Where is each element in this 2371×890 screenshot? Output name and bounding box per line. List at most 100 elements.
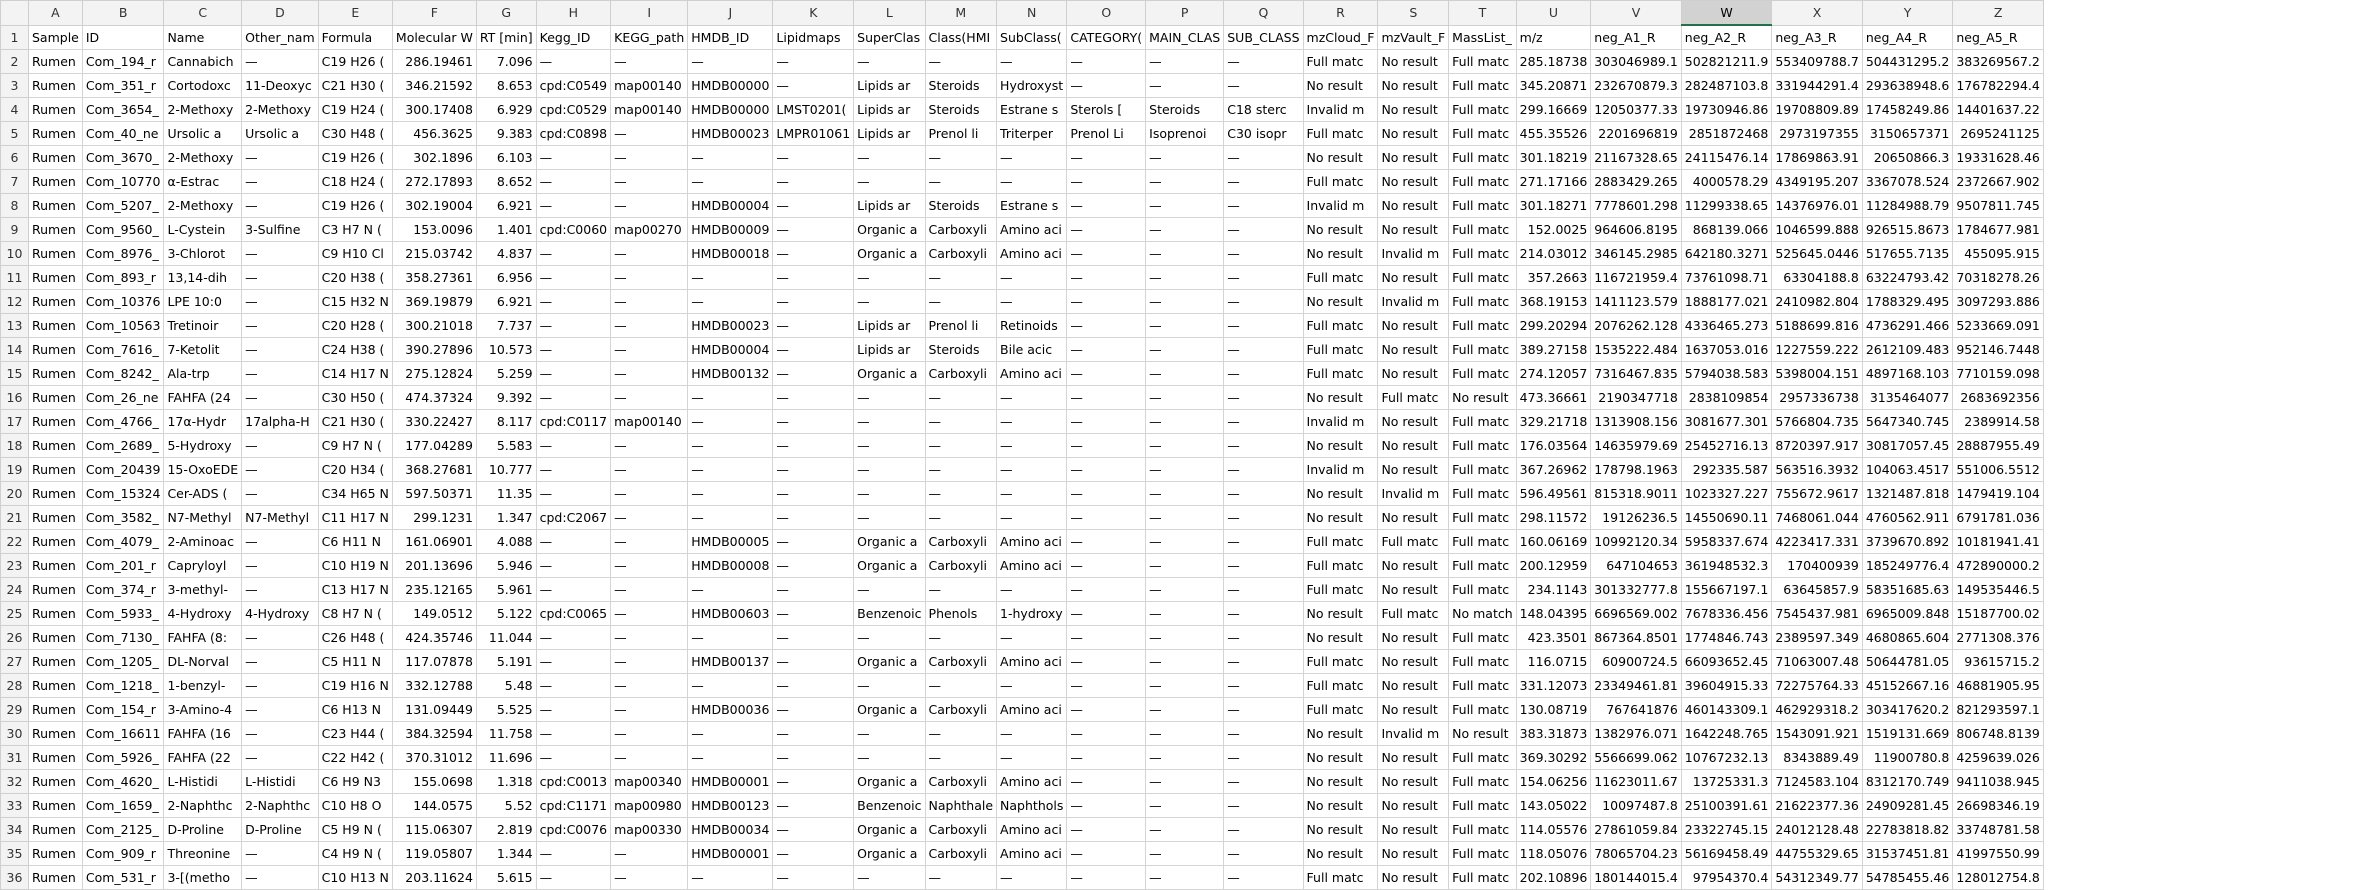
cell[interactable]: — xyxy=(1145,193,1225,218)
cell[interactable]: 2957336738 xyxy=(1771,385,1863,410)
cell[interactable]: — xyxy=(687,265,774,290)
cell[interactable]: 2-Naphthc xyxy=(241,793,319,818)
cell[interactable]: 1-benzyl- xyxy=(163,673,243,698)
cell[interactable]: 9.383 xyxy=(475,121,537,146)
cell[interactable]: — xyxy=(853,577,926,602)
cell[interactable]: C19 H26 ( xyxy=(317,49,393,74)
cell[interactable]: C34 H65 N xyxy=(317,481,393,506)
cell[interactable]: C20 H38 ( xyxy=(317,265,393,290)
cell[interactable]: No result xyxy=(1448,721,1517,746)
cell[interactable]: C19 H24 ( xyxy=(317,97,393,122)
cell[interactable]: — xyxy=(687,673,774,698)
cell[interactable]: — xyxy=(1066,265,1147,290)
cell[interactable]: — xyxy=(853,49,926,74)
cell[interactable]: — xyxy=(1223,289,1304,314)
cell[interactable]: 4349195.207 xyxy=(1771,169,1863,194)
cell[interactable]: — xyxy=(1223,457,1304,482)
cell[interactable]: Full matc xyxy=(1377,601,1450,626)
cell[interactable]: — xyxy=(241,745,319,770)
cell[interactable]: 2190347718 xyxy=(1590,385,1682,410)
cell[interactable]: 455095.915 xyxy=(1952,241,2044,266)
cell[interactable]: 1-hydroxy xyxy=(996,601,1068,626)
cell[interactable]: — xyxy=(772,841,855,866)
cell[interactable]: 9.392 xyxy=(475,385,537,410)
cell[interactable]: Rumen xyxy=(28,313,83,338)
cell[interactable]: — xyxy=(241,145,319,170)
cell[interactable]: 4336465.273 xyxy=(1680,313,1773,338)
row-header-15[interactable]: 15 xyxy=(0,361,29,386)
cell[interactable]: HMDB00018 xyxy=(687,241,774,266)
cell[interactable]: 298.11572 xyxy=(1515,505,1592,530)
cell[interactable]: No result xyxy=(1377,817,1450,842)
column-header-o[interactable]: O xyxy=(1066,0,1147,26)
cell[interactable]: 2.819 xyxy=(475,817,537,842)
cell[interactable]: — xyxy=(1223,337,1304,362)
cell[interactable]: — xyxy=(1145,601,1225,626)
cell[interactable]: No match xyxy=(1448,601,1517,626)
cell[interactable]: 1046599.888 xyxy=(1771,217,1863,242)
cell[interactable]: — xyxy=(1145,745,1225,770)
cell[interactable]: — xyxy=(1223,433,1304,458)
cell[interactable]: Rumen xyxy=(28,73,83,98)
cell[interactable]: Com_1218_ xyxy=(81,673,165,698)
cell[interactable]: — xyxy=(1145,721,1225,746)
cell[interactable]: Com_5207_ xyxy=(81,193,165,218)
cell[interactable]: Com_201_r xyxy=(81,553,165,578)
cell[interactable]: 517655.7135 xyxy=(1861,241,1954,266)
cell[interactable]: — xyxy=(535,481,612,506)
cell[interactable]: 5766804.735 xyxy=(1771,409,1863,434)
cell[interactable]: 54312349.77 xyxy=(1771,865,1863,890)
cell[interactable]: 285.18738 xyxy=(1515,49,1592,74)
cell[interactable]: — xyxy=(241,673,319,698)
cell[interactable]: 234.1143 xyxy=(1515,577,1592,602)
cell[interactable]: — xyxy=(610,649,689,674)
cell[interactable]: 300.21018 xyxy=(391,313,477,338)
cell[interactable]: 272.17893 xyxy=(391,169,477,194)
cell[interactable]: cpd:C0549 xyxy=(535,73,612,98)
cell[interactable]: — xyxy=(687,433,774,458)
cell[interactable]: 14401637.22 xyxy=(1952,97,2044,122)
column-header-h[interactable]: H xyxy=(535,0,612,26)
column-header-y[interactable]: Y xyxy=(1861,0,1954,26)
cell[interactable]: — xyxy=(1066,697,1147,722)
cell[interactable]: 8312170.749 xyxy=(1861,769,1954,794)
cell[interactable]: — xyxy=(1145,433,1225,458)
cell[interactable]: — xyxy=(1145,793,1225,818)
cell[interactable]: 767641876 xyxy=(1590,697,1682,722)
cell[interactable]: Steroids xyxy=(1145,97,1225,122)
cell[interactable]: — xyxy=(1066,169,1147,194)
cell[interactable]: 367.26962 xyxy=(1515,457,1592,482)
cell[interactable]: DL-Norval xyxy=(163,649,243,674)
column-header-j[interactable]: J xyxy=(687,0,774,26)
cell[interactable]: 63304188.8 xyxy=(1771,265,1863,290)
cell[interactable]: Carboxyli xyxy=(924,697,998,722)
cell[interactable]: 292335.587 xyxy=(1680,457,1773,482)
cell[interactable]: Bile acic xyxy=(996,337,1068,362)
cell[interactable]: — xyxy=(535,337,612,362)
cell[interactable]: 4760562.911 xyxy=(1861,505,1954,530)
cell[interactable]: HMDB00009 xyxy=(687,217,774,242)
cell[interactable]: Com_194_r xyxy=(81,49,165,74)
cell[interactable]: 1227559.222 xyxy=(1771,337,1863,362)
cell[interactable]: 11900780.8 xyxy=(1861,745,1954,770)
cell[interactable]: Full matc xyxy=(1448,865,1517,890)
cell[interactable]: Rumen xyxy=(28,385,83,410)
cell[interactable]: — xyxy=(853,625,926,650)
cell[interactable]: Prenol Li xyxy=(1066,121,1147,146)
cell[interactable]: 39604915.33 xyxy=(1680,673,1773,698)
cell[interactable]: 7-Ketolit xyxy=(163,337,243,362)
row-header-9[interactable]: 9 xyxy=(0,217,29,242)
cell[interactable]: 11299338.65 xyxy=(1680,193,1773,218)
cell[interactable]: 2838109854 xyxy=(1680,385,1773,410)
cell[interactable]: 44755329.65 xyxy=(1771,841,1863,866)
cell[interactable]: Full matc xyxy=(1448,409,1517,434)
cell[interactable]: 952146.7448 xyxy=(1952,337,2044,362)
row-header-6[interactable]: 6 xyxy=(0,145,29,170)
column-header-w[interactable]: W xyxy=(1680,0,1773,26)
cell[interactable]: Amino aci xyxy=(996,817,1068,842)
cell[interactable]: — xyxy=(1145,649,1225,674)
cell[interactable]: — xyxy=(1066,553,1147,578)
cell[interactable]: — xyxy=(1145,73,1225,98)
cell[interactable]: — xyxy=(996,673,1068,698)
cell[interactable]: 3150657371 xyxy=(1861,121,1954,146)
